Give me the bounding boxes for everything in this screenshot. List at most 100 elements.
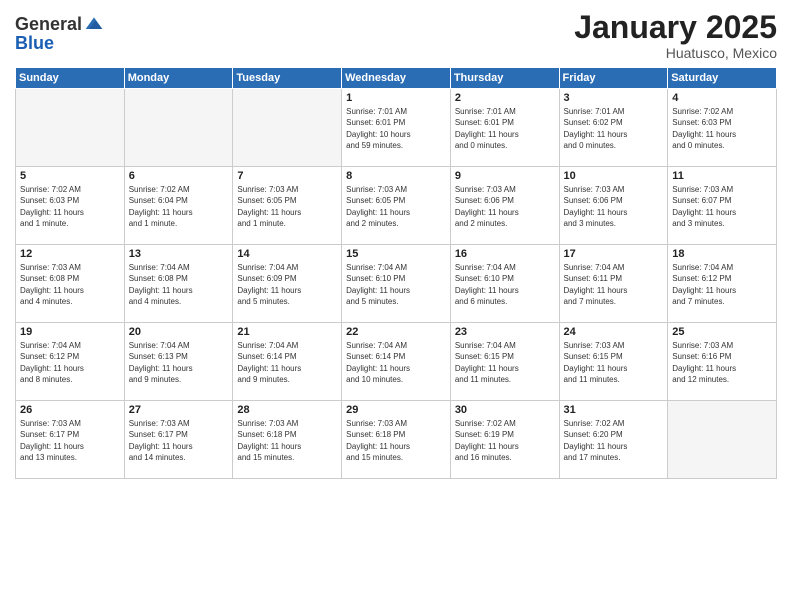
- day-number: 29: [346, 404, 446, 416]
- day-info: Sunrise: 7:03 AM Sunset: 6:05 PM Dayligh…: [346, 184, 446, 229]
- day-number: 30: [455, 404, 555, 416]
- table-row: 11Sunrise: 7:03 AM Sunset: 6:07 PM Dayli…: [668, 167, 777, 245]
- day-number: 24: [564, 326, 664, 338]
- table-row: 10 Sunrise: 7:03 AM Sunset: 6:06 PM Dayli…: [559, 167, 668, 245]
- calendar-week-row: 26 Sunrise: 7:03 AM Sunset: 6:17 PM Dayli…: [16, 401, 777, 479]
- day-number: 14: [237, 248, 337, 260]
- day-info: Sunrise: 7:02 AM Sunset: 6:19 PM Dayligh…: [455, 418, 555, 463]
- day-info: Sunrise: 7:04 AM Sunset: 6:08 PM Dayligh…: [129, 262, 229, 307]
- day-number: 15: [346, 248, 446, 260]
- day-info: Sunrise: 7:04 AM Sunset: 6:09 PM Dayligh…: [237, 262, 337, 307]
- day-info: Sunrise: 7:04 AM Sunset: 6:10 PM Dayligh…: [455, 262, 555, 307]
- day-number: 2: [455, 92, 555, 104]
- table-row: 18Sunrise: 7:04 AM Sunset: 6:12 PM Dayli…: [668, 245, 777, 323]
- day-info: Sunrise: 7:04 AM Sunset: 6:14 PM Dayligh…: [237, 340, 337, 385]
- table-row: 14 Sunrise: 7:04 AM Sunset: 6:09 PM Dayli…: [233, 245, 342, 323]
- table-row: 22 Sunrise: 7:04 AM Sunset: 6:14 PM Dayli…: [342, 323, 451, 401]
- page-header: General Blue January 2025 Huatusco, Mexi…: [15, 10, 777, 61]
- day-info: Sunrise: 7:03 AM Sunset: 6:08 PM Dayligh…: [20, 262, 120, 307]
- day-info: Sunrise: 7:04 AM Sunset: 6:13 PM Dayligh…: [129, 340, 229, 385]
- day-number: 11: [672, 170, 772, 182]
- day-info: Sunrise: 7:03 AM Sunset: 6:18 PM Dayligh…: [346, 418, 446, 463]
- day-number: 20: [129, 326, 229, 338]
- day-number: 23: [455, 326, 555, 338]
- col-saturday: Saturday: [668, 68, 777, 89]
- table-row: 17 Sunrise: 7:04 AM Sunset: 6:11 PM Dayli…: [559, 245, 668, 323]
- table-row: 4Sunrise: 7:02 AM Sunset: 6:03 PM Daylig…: [668, 89, 777, 167]
- day-number: 16: [455, 248, 555, 260]
- table-row: [16, 89, 125, 167]
- table-row: 27 Sunrise: 7:03 AM Sunset: 6:17 PM Dayli…: [124, 401, 233, 479]
- day-number: 6: [129, 170, 229, 182]
- table-row: [233, 89, 342, 167]
- table-row: 21 Sunrise: 7:04 AM Sunset: 6:14 PM Dayli…: [233, 323, 342, 401]
- calendar-week-row: 5 Sunrise: 7:02 AM Sunset: 6:03 PM Daylig…: [16, 167, 777, 245]
- day-info: Sunrise: 7:02 AM Sunset: 6:03 PM Dayligh…: [20, 184, 120, 229]
- day-info: Sunrise: 7:03 AM Sunset: 6:17 PM Dayligh…: [129, 418, 229, 463]
- day-info: Sunrise: 7:03 AM Sunset: 6:06 PM Dayligh…: [455, 184, 555, 229]
- table-row: 20 Sunrise: 7:04 AM Sunset: 6:13 PM Dayli…: [124, 323, 233, 401]
- day-number: 26: [20, 404, 120, 416]
- day-info: Sunrise: 7:03 AM Sunset: 6:16 PM Dayligh…: [672, 340, 772, 385]
- title-section: January 2025 Huatusco, Mexico: [574, 10, 777, 61]
- day-info: Sunrise: 7:04 AM Sunset: 6:14 PM Dayligh…: [346, 340, 446, 385]
- day-number: 1: [346, 92, 446, 104]
- table-row: 31 Sunrise: 7:02 AM Sunset: 6:20 PM Dayli…: [559, 401, 668, 479]
- day-number: 7: [237, 170, 337, 182]
- calendar-week-row: 12Sunrise: 7:03 AM Sunset: 6:08 PM Dayli…: [16, 245, 777, 323]
- day-info: Sunrise: 7:04 AM Sunset: 6:11 PM Dayligh…: [564, 262, 664, 307]
- day-info: Sunrise: 7:04 AM Sunset: 6:12 PM Dayligh…: [20, 340, 120, 385]
- day-info: Sunrise: 7:04 AM Sunset: 6:10 PM Dayligh…: [346, 262, 446, 307]
- day-info: Sunrise: 7:03 AM Sunset: 6:05 PM Dayligh…: [237, 184, 337, 229]
- day-number: 8: [346, 170, 446, 182]
- table-row: 6 Sunrise: 7:02 AM Sunset: 6:04 PM Daylig…: [124, 167, 233, 245]
- table-row: 1 Sunrise: 7:01 AM Sunset: 6:01 PM Daylig…: [342, 89, 451, 167]
- day-number: 21: [237, 326, 337, 338]
- day-info: Sunrise: 7:02 AM Sunset: 6:04 PM Dayligh…: [129, 184, 229, 229]
- day-number: 17: [564, 248, 664, 260]
- day-number: 10: [564, 170, 664, 182]
- day-number: 25: [672, 326, 772, 338]
- day-info: Sunrise: 7:01 AM Sunset: 6:01 PM Dayligh…: [346, 106, 446, 151]
- logo-blue: Blue: [15, 33, 54, 53]
- day-number: 5: [20, 170, 120, 182]
- table-row: [124, 89, 233, 167]
- table-row: [668, 401, 777, 479]
- day-number: 19: [20, 326, 120, 338]
- col-wednesday: Wednesday: [342, 68, 451, 89]
- table-row: 13Sunrise: 7:04 AM Sunset: 6:08 PM Dayli…: [124, 245, 233, 323]
- table-row: 9 Sunrise: 7:03 AM Sunset: 6:06 PM Daylig…: [450, 167, 559, 245]
- day-info: Sunrise: 7:03 AM Sunset: 6:18 PM Dayligh…: [237, 418, 337, 463]
- day-info: Sunrise: 7:04 AM Sunset: 6:15 PM Dayligh…: [455, 340, 555, 385]
- day-number: 3: [564, 92, 664, 104]
- table-row: 24 Sunrise: 7:03 AM Sunset: 6:15 PM Dayli…: [559, 323, 668, 401]
- table-row: 16 Sunrise: 7:04 AM Sunset: 6:10 PM Dayli…: [450, 245, 559, 323]
- table-row: 5 Sunrise: 7:02 AM Sunset: 6:03 PM Daylig…: [16, 167, 125, 245]
- table-row: 12Sunrise: 7:03 AM Sunset: 6:08 PM Dayli…: [16, 245, 125, 323]
- table-row: 7 Sunrise: 7:03 AM Sunset: 6:05 PM Daylig…: [233, 167, 342, 245]
- calendar-header-row: Sunday Monday Tuesday Wednesday Thursday…: [16, 68, 777, 89]
- day-info: Sunrise: 7:02 AM Sunset: 6:03 PM Dayligh…: [672, 106, 772, 151]
- table-row: 15 Sunrise: 7:04 AM Sunset: 6:10 PM Dayli…: [342, 245, 451, 323]
- col-thursday: Thursday: [450, 68, 559, 89]
- logo-general: General: [15, 15, 82, 33]
- table-row: 3Sunrise: 7:01 AM Sunset: 6:02 PM Daylig…: [559, 89, 668, 167]
- col-sunday: Sunday: [16, 68, 125, 89]
- day-number: 9: [455, 170, 555, 182]
- table-row: 30 Sunrise: 7:02 AM Sunset: 6:19 PM Dayli…: [450, 401, 559, 479]
- day-info: Sunrise: 7:03 AM Sunset: 6:06 PM Dayligh…: [564, 184, 664, 229]
- day-info: Sunrise: 7:02 AM Sunset: 6:20 PM Dayligh…: [564, 418, 664, 463]
- col-friday: Friday: [559, 68, 668, 89]
- day-number: 31: [564, 404, 664, 416]
- calendar-table: Sunday Monday Tuesday Wednesday Thursday…: [15, 67, 777, 479]
- day-info: Sunrise: 7:03 AM Sunset: 6:17 PM Dayligh…: [20, 418, 120, 463]
- day-number: 22: [346, 326, 446, 338]
- day-number: 28: [237, 404, 337, 416]
- table-row: 23 Sunrise: 7:04 AM Sunset: 6:15 PM Dayli…: [450, 323, 559, 401]
- day-number: 18: [672, 248, 772, 260]
- logo: General Blue: [15, 14, 104, 54]
- day-info: Sunrise: 7:03 AM Sunset: 6:15 PM Dayligh…: [564, 340, 664, 385]
- table-row: 25 Sunrise: 7:03 AM Sunset: 6:16 PM Dayli…: [668, 323, 777, 401]
- calendar-page: General Blue January 2025 Huatusco, Mexi…: [0, 0, 792, 612]
- day-number: 27: [129, 404, 229, 416]
